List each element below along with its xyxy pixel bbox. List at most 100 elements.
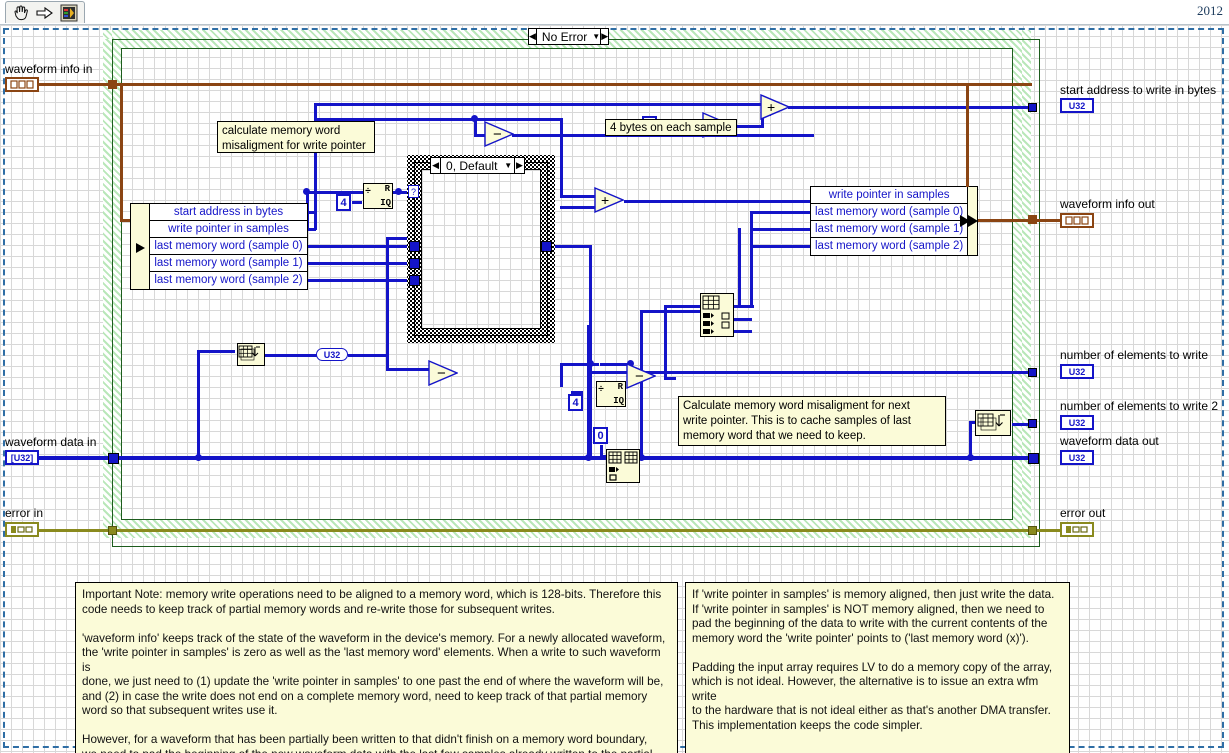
wire-info-out — [978, 219, 1070, 222]
unbundle-rows: start address in bytes write pointer in … — [150, 204, 307, 289]
svg-text:−: − — [493, 126, 502, 143]
comment-4-bytes-per-sample[interactable]: 4 bytes on each sample — [605, 119, 737, 136]
array-size-node-1[interactable] — [237, 343, 265, 366]
svg-text:+: + — [767, 99, 775, 115]
svg-text:+: + — [601, 192, 609, 208]
wire-sub2-v — [560, 363, 563, 387]
arrow-right-icon[interactable] — [35, 4, 54, 22]
case-selector-value: 0, Default — [446, 158, 498, 173]
qr-label-r: R — [384, 184, 390, 194]
qr-divide-icon: ÷ — [365, 187, 372, 198]
label-waveform-data-in: waveform data in — [5, 435, 97, 449]
tunnel-num-elements-2 — [1028, 419, 1037, 428]
tunnel-info-out — [1028, 215, 1037, 224]
wire-lmw0 — [308, 245, 413, 248]
wire-add-out — [788, 106, 972, 109]
terminal-waveform-data-out[interactable]: U32 — [1060, 450, 1094, 465]
tunnel-data-out — [1028, 453, 1039, 464]
case-tunnel-output — [541, 241, 552, 252]
bundle-field-2[interactable]: last memory word (sample 1) — [811, 221, 968, 238]
case-chevron-down-icon[interactable]: ▼ — [502, 161, 514, 170]
add-node-1[interactable]: + — [760, 94, 790, 120]
wire-coercion-out — [348, 354, 388, 357]
subtract-node-1[interactable]: − — [484, 121, 514, 147]
index-array-node[interactable] — [700, 293, 734, 337]
case-selector-default[interactable]: ◀ 0, Default ▼ ▶ — [430, 157, 525, 174]
selector-next-arrow[interactable]: ▶ — [600, 29, 609, 44]
quotient-remainder-node-2[interactable]: ÷ R IQ — [596, 381, 626, 407]
wire-to-arraysize2-v — [969, 421, 972, 457]
case-structure-alignment[interactable] — [407, 155, 555, 343]
subtract-node-3[interactable]: − — [626, 363, 656, 389]
label-waveform-info-in: waveform info in — [5, 62, 93, 76]
wire-to-index-array — [666, 305, 702, 308]
tool-palette[interactable] — [5, 1, 85, 23]
junction-qr-out — [395, 188, 402, 195]
array-size-node-2[interactable] — [975, 410, 1011, 436]
tunnel-start-address-out — [1028, 103, 1037, 112]
unbundle-field-3[interactable]: last memory word (sample 1) — [150, 255, 307, 272]
chevron-down-icon[interactable]: ▼ — [592, 32, 600, 41]
tunnel-error-out — [1028, 526, 1037, 535]
wire-to-add-bottom — [386, 368, 430, 371]
wire-add2-out — [624, 200, 810, 203]
bundle-field-3[interactable]: last memory word (sample 2) — [811, 238, 968, 255]
unbundle-input-arrow-icon — [136, 243, 145, 253]
wire-writeptr-to-add2 — [560, 195, 590, 198]
terminal-error-in[interactable] — [5, 522, 39, 537]
svg-text:−: − — [635, 368, 644, 385]
unbundle-field-0[interactable]: start address in bytes — [150, 204, 307, 221]
terminal-waveform-info-out[interactable] — [1060, 213, 1094, 228]
terminal-num-elements-out[interactable]: U32 — [1060, 364, 1094, 379]
bundle-field-1[interactable]: last memory word (sample 0) — [811, 204, 968, 221]
terminal-num-elements-2-out[interactable]: U32 — [1060, 415, 1094, 430]
wire-index-array-v — [664, 305, 667, 379]
case-tunnel-lmw1 — [409, 258, 420, 269]
subtract-node-2[interactable]: − — [428, 360, 458, 386]
bundle-by-name[interactable]: write pointer in samples last memory wor… — [810, 186, 978, 256]
constant-4-next[interactable]: 4 — [568, 394, 583, 411]
wire-startaddr-to-add — [314, 103, 774, 106]
wire-info-in-to-bundle — [966, 83, 969, 187]
comment-important-note[interactable]: Important Note: memory write operations … — [75, 582, 678, 753]
wire-arraysize-up — [386, 237, 389, 357]
constant-4-write-pointer[interactable]: 4 — [336, 194, 351, 211]
unbundle-by-name[interactable]: start address in bytes write pointer in … — [130, 203, 308, 290]
tunnel-num-elements — [1028, 368, 1037, 377]
labview-run-icon[interactable] — [60, 4, 79, 22]
case-selector-next-arrow[interactable]: ▶ — [513, 158, 524, 173]
wire-lmw1 — [308, 262, 413, 265]
unbundle-field-4[interactable]: last memory word (sample 2) — [150, 272, 307, 289]
array-subset-node[interactable] — [606, 449, 640, 483]
quotient-remainder-node-1[interactable]: ÷ R IQ — [363, 183, 393, 209]
hand-tool-icon[interactable] — [11, 4, 30, 22]
case-selector-no-error[interactable]: ◀ No Error ▼ ▶ — [528, 28, 609, 45]
comment-calc-next-misalignment[interactable]: Calculate memory word misaligment for ne… — [678, 396, 946, 446]
comment-calculate-misalignment[interactable]: calculate memory word misaligment for wr… — [217, 121, 375, 153]
terminal-start-address-out[interactable]: U32 — [1060, 98, 1094, 113]
qr2-label-iq: IQ — [613, 396, 624, 406]
unbundle-field-1[interactable]: write pointer in samples — [150, 221, 307, 238]
case-structure-interior — [421, 169, 541, 329]
terminal-waveform-info-in[interactable] — [5, 77, 39, 92]
selector-prev-arrow[interactable]: ◀ — [529, 29, 537, 44]
selector-value-no-error: No Error — [541, 29, 588, 44]
wire-bundle-row3 — [752, 245, 810, 248]
block-diagram-canvas[interactable]: ◀ No Error ▼ ▶ ◀ 0, Default ▼ ▶ ? start … — [0, 24, 1229, 753]
unbundle-field-2[interactable]: last memory word (sample 0) — [150, 238, 307, 255]
bundle-field-0[interactable]: write pointer in samples — [811, 187, 968, 204]
wire-case-out-h — [552, 245, 592, 248]
qr-label-iq: IQ — [380, 198, 391, 208]
terminal-error-out[interactable] — [1060, 522, 1094, 537]
tunnel-data-in — [108, 453, 119, 464]
terminal-waveform-data-in[interactable]: [U32] — [5, 450, 39, 465]
label-num-elements-out: number of elements to write — [1060, 348, 1209, 362]
constant-0-index[interactable]: 0 — [593, 427, 608, 444]
add-node-2[interactable]: + — [594, 187, 624, 213]
wire-data-to-arraysize-v — [197, 350, 200, 458]
case-selector-prev-arrow[interactable]: ◀ — [431, 158, 442, 173]
svg-text:−: − — [437, 365, 446, 382]
comment-alignment-note[interactable]: If 'write pointer in samples' is memory … — [685, 582, 1070, 753]
case-tunnel-lmw0 — [409, 241, 420, 252]
wire-index-out-v2 — [738, 228, 741, 308]
